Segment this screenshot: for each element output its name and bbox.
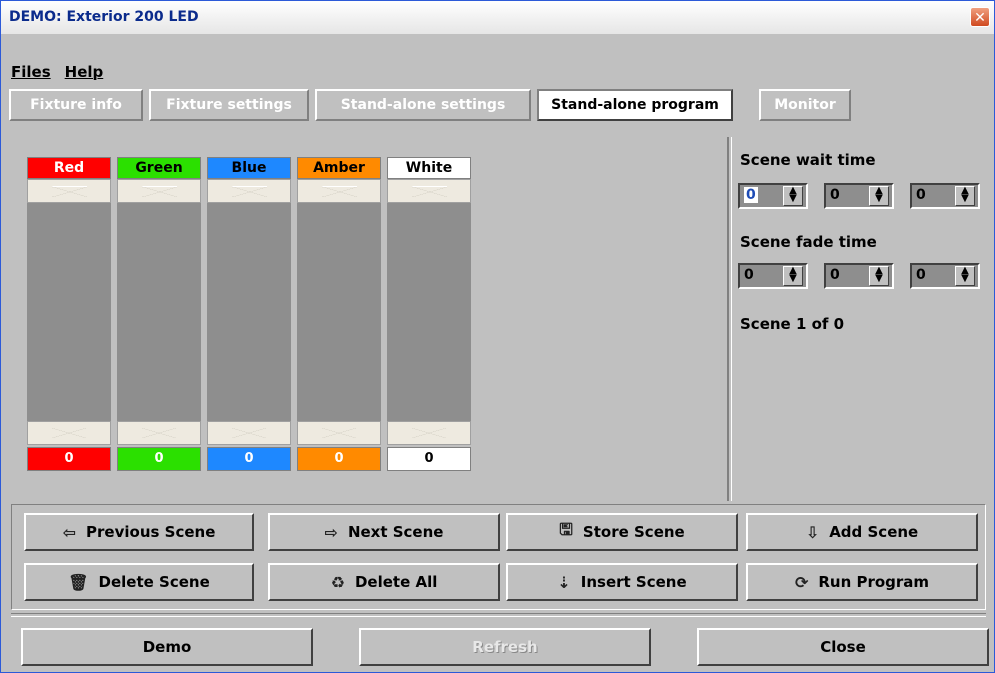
run-program-button[interactable]: ⟳ Run Program — [746, 563, 978, 601]
scene-wait-time-label: Scene wait time — [740, 151, 876, 169]
next-scene-button[interactable]: ⇨ Next Scene — [268, 513, 500, 551]
fade-time-spinner-2[interactable]: 0 ▲ ▼ — [824, 263, 894, 289]
slider-track[interactable] — [207, 203, 291, 421]
channel-label: Green — [117, 157, 201, 179]
channel-value: 0 — [387, 447, 471, 471]
fade-time-spinner-3[interactable]: 0 ▲ ▼ — [910, 263, 980, 289]
previous-scene-button[interactable]: ⇦ Previous Scene — [24, 513, 254, 551]
scene-timing-panel: Scene wait time 0 ▲ ▼ 0 ▲ ▼ 0 ▲ ▼ Scene fad… — [731, 137, 985, 501]
channel-label: Amber — [297, 157, 381, 179]
wait-time-spinner-1[interactable]: 0 ▲ ▼ — [738, 183, 808, 209]
slider-track[interactable] — [117, 203, 201, 421]
delete-all-icon: ♻ — [330, 572, 345, 592]
slider-down-arrow-icon[interactable] — [117, 421, 201, 445]
button-label: Add Scene — [829, 523, 919, 541]
menu-help[interactable]: Help — [65, 63, 104, 85]
refresh-button[interactable]: Refresh — [359, 628, 651, 666]
slider-up-arrow-icon[interactable] — [297, 179, 381, 203]
slider-down-arrow-icon[interactable] — [297, 421, 381, 445]
menu-bar: Files Help — [11, 63, 103, 85]
slider-up-arrow-icon[interactable] — [27, 179, 111, 203]
spinner-value: 0 — [916, 187, 926, 203]
slider-down-arrow-icon[interactable] — [207, 421, 291, 445]
add-arrow-icon: ⇩ — [805, 522, 820, 542]
channel-blue: Blue 0 — [207, 157, 291, 471]
slider-down-arrow-icon[interactable] — [27, 421, 111, 445]
scene-actions-group: ⇦ Previous Scene ⇨ Next Scene 🖫 Store Sc… — [11, 504, 986, 610]
button-label: Next Scene — [347, 523, 444, 541]
channel-amber: Amber 0 — [297, 157, 381, 471]
tab-fixture-settings[interactable]: Fixture settings — [149, 89, 309, 121]
slider-up-arrow-icon[interactable] — [387, 179, 471, 203]
trash-icon: 🗑 — [68, 572, 89, 592]
store-scene-button[interactable]: 🖫 Store Scene — [506, 513, 738, 551]
insert-arrow-icon: ⇣ — [557, 572, 571, 592]
slider-track[interactable] — [297, 203, 381, 421]
channel-value: 0 — [297, 447, 381, 471]
spinner-value: 0 — [744, 187, 758, 203]
spinner-value: 0 — [830, 187, 840, 203]
delete-all-button[interactable]: ♻ Delete All — [268, 563, 500, 601]
close-button[interactable]: Close — [697, 628, 989, 666]
channel-value: 0 — [207, 447, 291, 471]
delete-scene-button[interactable]: 🗑 Delete Scene — [24, 563, 254, 601]
scene-fade-time-label: Scene fade time — [740, 233, 877, 251]
tab-monitor[interactable]: Monitor — [759, 89, 851, 121]
channel-red: Red 0 — [27, 157, 111, 471]
tab-stand-alone-settings[interactable]: Stand-alone settings — [315, 89, 531, 121]
spinner-arrows-icon[interactable]: ▲ ▼ — [783, 186, 803, 206]
spinner-arrows-icon[interactable]: ▲ ▼ — [955, 186, 975, 206]
menu-files[interactable]: Files — [11, 63, 51, 85]
channel-value: 0 — [27, 447, 111, 471]
title-bar: DEMO: Exterior 200 LED ✕ — [1, 1, 994, 34]
spinner-arrows-icon[interactable]: ▲ ▼ — [869, 266, 889, 286]
spinner-value: 0 — [744, 267, 754, 283]
window-title: DEMO: Exterior 200 LED — [9, 9, 199, 25]
tab-fixture-info[interactable]: Fixture info — [9, 89, 143, 121]
spinner-value: 0 — [830, 267, 840, 283]
slider-up-arrow-icon[interactable] — [117, 179, 201, 203]
arrow-left-icon: ⇦ — [62, 522, 77, 542]
slider-down-arrow-icon[interactable] — [387, 421, 471, 445]
tab-stand-alone-program[interactable]: Stand-alone program — [537, 89, 733, 121]
slider-up-arrow-icon[interactable] — [207, 179, 291, 203]
slider-track[interactable] — [387, 203, 471, 421]
channel-value: 0 — [117, 447, 201, 471]
spinner-value: 0 — [916, 267, 926, 283]
add-scene-button[interactable]: ⇩ Add Scene — [746, 513, 978, 551]
arrow-right-icon: ⇨ — [324, 522, 338, 542]
channel-green: Green 0 — [117, 157, 201, 471]
wait-time-spinner-3[interactable]: 0 ▲ ▼ — [910, 183, 980, 209]
spinner-arrows-icon[interactable]: ▲ ▼ — [955, 266, 975, 286]
channel-sliders-panel: Red 0 Green 0 Blue 0 Amber 0 White 0 — [11, 137, 729, 501]
channel-label: Red — [27, 157, 111, 179]
channel-label: White — [387, 157, 471, 179]
close-window-button[interactable]: ✕ — [970, 7, 990, 27]
spinner-arrows-icon[interactable]: ▲ ▼ — [783, 266, 803, 286]
scene-count-status: Scene 1 of 0 — [740, 315, 845, 333]
insert-scene-button[interactable]: ⇣ Insert Scene — [506, 563, 738, 601]
button-label: Store Scene — [582, 523, 685, 541]
app-window: DEMO: Exterior 200 LED ✕ Files Help Fixt… — [0, 0, 995, 673]
footer-divider — [11, 613, 986, 617]
button-label: Run Program — [818, 573, 930, 591]
spinner-arrows-icon[interactable]: ▲ ▼ — [869, 186, 889, 206]
slider-track[interactable] — [27, 203, 111, 421]
channel-white: White 0 — [387, 157, 471, 471]
button-label: Previous Scene — [86, 523, 216, 541]
refresh-cycle-icon: ⟳ — [794, 572, 809, 592]
channel-label: Blue — [207, 157, 291, 179]
fade-time-spinner-1[interactable]: 0 ▲ ▼ — [738, 263, 808, 289]
demo-button[interactable]: Demo — [21, 628, 313, 666]
button-label: Delete All — [354, 573, 438, 591]
button-label: Delete Scene — [98, 573, 210, 591]
store-disk-icon: 🖫 — [559, 519, 573, 539]
wait-time-spinner-2[interactable]: 0 ▲ ▼ — [824, 183, 894, 209]
button-label: Insert Scene — [580, 573, 687, 591]
